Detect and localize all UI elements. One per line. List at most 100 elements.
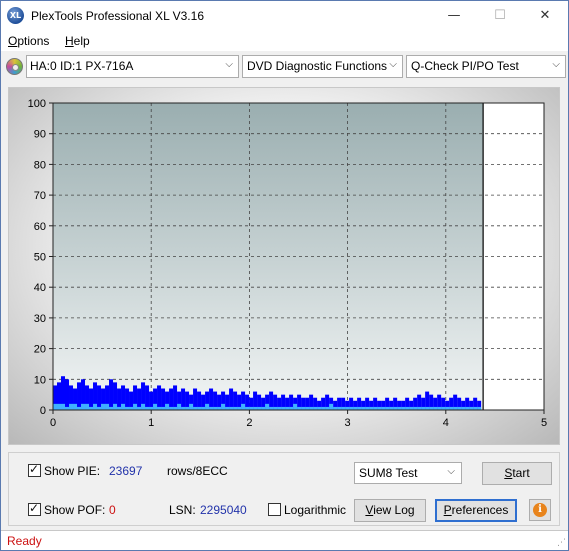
bar-pie	[181, 388, 186, 410]
x-tick-label: 2	[246, 417, 252, 429]
y-tick-label: 50	[34, 252, 46, 264]
menu-bar: Options Help	[1, 31, 568, 51]
bar-pif	[101, 403, 106, 410]
bar-pie	[193, 388, 198, 410]
bar-pie	[145, 385, 150, 410]
bar-pif	[241, 403, 246, 410]
bar-pif	[165, 403, 170, 410]
menu-help[interactable]: Help	[65, 34, 90, 48]
chevron-down-icon: ⌵	[389, 59, 397, 70]
show-pof-checkbox[interactable]	[28, 501, 41, 516]
x-tick-label: 3	[345, 417, 351, 429]
preferences-button[interactable]: Preferences	[435, 499, 517, 522]
pi-po-chart: 0 10 20 30 40 50 60 70 80 90 100 0 1 2 3 4 5	[28, 98, 547, 429]
bar-pie	[229, 388, 234, 410]
bar-pie	[97, 385, 102, 410]
bar-pif	[329, 403, 334, 410]
menu-options[interactable]: Options	[8, 34, 49, 48]
status-text: Ready	[7, 534, 42, 548]
bar-pif	[265, 403, 270, 410]
bar-pif	[113, 403, 118, 410]
bar-pif	[93, 403, 98, 410]
function-select[interactable]: DVD Diagnostic Functions ⌵	[242, 55, 403, 78]
minimize-button[interactable]: —	[431, 1, 477, 31]
info-button[interactable]: i	[529, 499, 551, 521]
logarithmic-label: Logarithmic	[284, 503, 347, 517]
bar-pie	[125, 388, 130, 410]
chart-panel: 0 10 20 30 40 50 60 70 80 90 100 0 1 2 3 4 5	[8, 87, 560, 445]
status-bar: Ready ⋰	[1, 530, 568, 550]
x-tick-label: 5	[541, 417, 547, 429]
controls-panel: Show PIE: 23697 rows/8ECC SUM8 Test ⌵ St…	[8, 452, 560, 526]
bar-pif	[221, 403, 226, 410]
title-bar[interactable]: XL PlexTools Professional XL V3.16 — ☐ ✕	[1, 1, 568, 31]
show-pie-label: Show PIE:	[44, 464, 101, 478]
bar-pif	[69, 403, 74, 410]
bar-pie	[173, 385, 178, 410]
test-mode-select[interactable]: SUM8 Test ⌵	[354, 462, 462, 484]
bar-pif	[105, 403, 110, 410]
bar-pie	[65, 379, 70, 410]
bar-pie	[169, 388, 174, 410]
bar-pie	[161, 388, 166, 410]
pof-total-value: 0	[109, 503, 116, 517]
function-select-value: DVD Diagnostic Functions	[247, 59, 388, 73]
y-tick-label: 30	[34, 313, 46, 325]
bar-pif	[189, 403, 194, 410]
chevron-down-icon: ⌵	[552, 59, 560, 70]
maximize-button[interactable]: ☐	[477, 1, 523, 31]
chevron-down-icon: ⌵	[225, 59, 233, 70]
start-button[interactable]: Start	[482, 462, 552, 485]
y-tick-label: 70	[34, 190, 46, 202]
disc-icon	[6, 58, 23, 75]
bar-pif	[57, 403, 62, 410]
bar-pie	[157, 385, 162, 410]
drive-select[interactable]: HA:0 ID:1 PX-716A ⌵	[26, 55, 239, 78]
window-title: PlexTools Professional XL V3.16	[31, 9, 204, 23]
bar-pif	[73, 403, 78, 410]
bar-pif	[293, 403, 298, 410]
toolbar: HA:0 ID:1 PX-716A ⌵ DVD Diagnostic Funct…	[1, 52, 568, 82]
test-select-value: Q-Check PI/PO Test	[411, 59, 519, 73]
bar-pif	[177, 403, 182, 410]
show-pie-checkbox[interactable]	[28, 462, 41, 477]
info-icon: i	[533, 503, 547, 517]
bar-pie	[117, 388, 122, 410]
y-tick-label: 0	[40, 405, 46, 417]
bar-pie	[137, 388, 142, 410]
y-tick-label: 60	[34, 221, 46, 233]
x-tick-label: 4	[443, 417, 449, 429]
bar-pif	[205, 403, 210, 410]
bar-pif	[121, 403, 126, 410]
bar-pif	[85, 403, 90, 410]
pie-total-value: 23697	[109, 464, 143, 478]
test-select[interactable]: Q-Check PI/PO Test ⌵	[406, 55, 566, 78]
drive-select-value: HA:0 ID:1 PX-716A	[30, 59, 134, 73]
logarithmic-checkbox[interactable]	[268, 503, 281, 516]
test-mode-value: SUM8 Test	[359, 466, 418, 480]
bar-pif	[53, 403, 58, 410]
bar-pie	[209, 388, 214, 410]
pie-unit-label: rows/8ECC	[167, 464, 228, 478]
plextools-logo-icon: XL	[7, 7, 24, 24]
lsn-label: LSN:	[169, 503, 196, 517]
view-log-button[interactable]: View Log	[354, 499, 426, 522]
bar-pif	[81, 403, 86, 410]
bar-pif	[61, 403, 66, 410]
x-tick-label: 0	[50, 417, 56, 429]
y-tick-label: 100	[28, 98, 46, 110]
bar-pif	[153, 403, 158, 410]
y-tick-label: 90	[34, 129, 46, 141]
y-tick-label: 40	[34, 282, 46, 294]
lsn-value: 2295040	[200, 503, 247, 517]
bar-pif	[141, 403, 146, 410]
y-tick-label: 80	[34, 159, 46, 171]
bar-pie	[89, 388, 94, 410]
resize-grip-icon[interactable]: ⋰	[557, 538, 566, 548]
show-pof-label: Show POF:	[44, 503, 106, 517]
chevron-down-icon: ⌵	[447, 466, 455, 477]
x-tick-label: 1	[148, 417, 154, 429]
y-tick-label: 20	[34, 344, 46, 356]
close-button[interactable]: ✕	[522, 1, 568, 31]
bar-pie	[77, 382, 82, 410]
